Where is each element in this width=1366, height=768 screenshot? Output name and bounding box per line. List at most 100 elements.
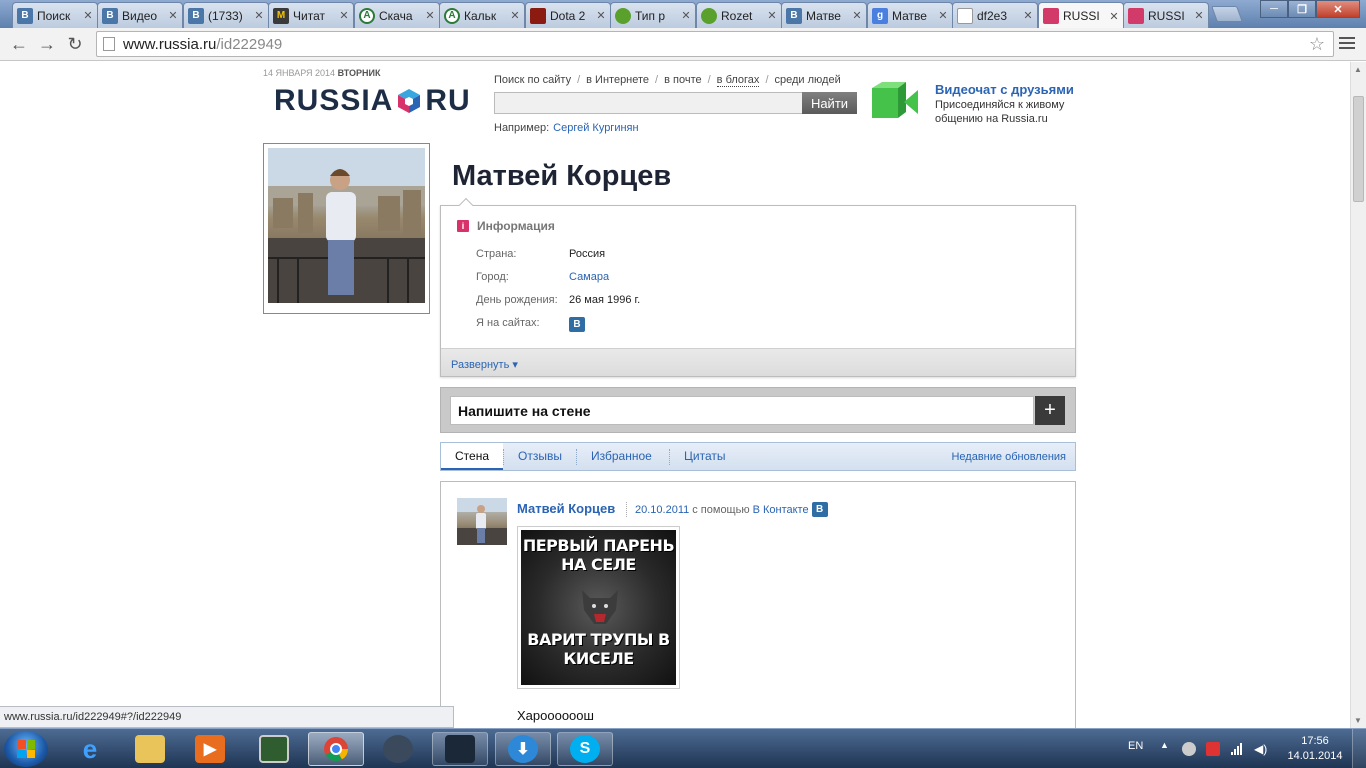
- new-tab-button[interactable]: [1211, 6, 1243, 22]
- tab-quotes[interactable]: Цитаты: [684, 443, 725, 470]
- close-icon[interactable]: ✕: [1194, 9, 1204, 22]
- browser-tab[interactable]: B Поиск ✕: [12, 2, 98, 28]
- close-icon[interactable]: ✕: [339, 9, 349, 22]
- tab-favorites[interactable]: Избранное: [591, 443, 652, 470]
- meme-image: ПЕРВЫЙ ПАРЕНЬ НА СЕЛЕ ВАРИТ ТРУПЫ В КИСЕ…: [521, 530, 676, 685]
- search-scope-internet[interactable]: в Интернете: [586, 74, 649, 87]
- post-date-link[interactable]: 20.10.2011: [635, 504, 689, 516]
- scroll-down-icon[interactable]: ▼: [1354, 716, 1362, 725]
- explorer-button[interactable]: [122, 732, 178, 766]
- tab-reviews[interactable]: Отзывы: [518, 443, 562, 470]
- vertical-scrollbar[interactable]: ▲ ▼: [1350, 62, 1366, 728]
- browser-tab[interactable]: B Матве ✕: [781, 2, 867, 28]
- browser-tab[interactable]: df2e3 ✕: [952, 2, 1038, 28]
- videochat-title[interactable]: Видеочат с друзьями: [935, 82, 1074, 97]
- bookmark-star-icon[interactable]: ☆: [1309, 34, 1325, 55]
- tab-label: Читат: [293, 8, 325, 23]
- recent-updates-link[interactable]: Недавние обновления: [951, 451, 1066, 463]
- media-player-button[interactable]: ▶: [182, 732, 238, 766]
- browser-tab[interactable]: B (1733) ✕: [183, 2, 269, 28]
- language-indicator[interactable]: EN: [1128, 740, 1143, 752]
- browser-tab[interactable]: B Видео ✕: [97, 2, 183, 28]
- close-icon[interactable]: ✕: [1023, 9, 1033, 22]
- system-tray: EN ▲ ◀) 17:56 14.01.2014: [1120, 729, 1366, 768]
- search-input[interactable]: [494, 92, 803, 114]
- close-icon[interactable]: ✕: [425, 9, 435, 22]
- logo-text-right: RU: [425, 84, 471, 117]
- browser-tab[interactable]: A Кальк ✕: [439, 2, 525, 28]
- example-link[interactable]: Сергей Кургинян: [553, 122, 638, 134]
- volume-icon[interactable]: ◀): [1254, 742, 1268, 756]
- internet-explorer-button[interactable]: e: [62, 732, 118, 766]
- city-link[interactable]: Самара: [569, 271, 609, 283]
- add-post-button[interactable]: +: [1035, 396, 1065, 425]
- clock-time: 17:56: [1301, 735, 1329, 747]
- network-icon[interactable]: [1230, 742, 1244, 756]
- steam-button[interactable]: [432, 732, 488, 766]
- close-icon[interactable]: ✕: [767, 9, 777, 22]
- browser-tab[interactable]: Rozet ✕: [696, 2, 782, 28]
- close-icon[interactable]: ✕: [510, 9, 520, 22]
- videochat-icon[interactable]: [868, 80, 922, 124]
- minimize-button[interactable]: ─: [1260, 0, 1288, 18]
- tray-expand-icon[interactable]: ▲: [1160, 740, 1169, 750]
- close-icon[interactable]: ✕: [168, 9, 178, 22]
- alert-tray-icon[interactable]: [1206, 742, 1220, 756]
- close-icon[interactable]: ✕: [1109, 10, 1119, 23]
- post-author-link[interactable]: Матвей Корцев: [517, 501, 615, 516]
- close-icon[interactable]: ✕: [83, 9, 93, 22]
- forward-arrow-icon[interactable]: →: [36, 33, 58, 55]
- browser-menu-icon[interactable]: [1338, 34, 1356, 52]
- close-window-button[interactable]: ✕: [1316, 0, 1360, 18]
- vk-icon: B: [17, 7, 33, 24]
- vk-icon[interactable]: B: [569, 317, 585, 332]
- search-button[interactable]: Найти: [802, 92, 857, 114]
- show-desktop-button[interactable]: [1352, 729, 1366, 768]
- tab-label: RUSSI: [1063, 9, 1100, 23]
- site-logo[interactable]: RUSSIA RU: [274, 84, 471, 118]
- task-manager-button[interactable]: [246, 732, 302, 766]
- info-icon: i: [457, 220, 469, 232]
- steam-tray-icon[interactable]: [1182, 742, 1196, 756]
- search-scope-blogs[interactable]: в блогах: [716, 74, 760, 87]
- browser-tab-active[interactable]: RUSSI ✕: [1038, 2, 1124, 29]
- steam-app-icon: [383, 735, 413, 763]
- steam-app-button[interactable]: [370, 732, 426, 766]
- close-icon[interactable]: ✕: [938, 9, 948, 22]
- maximize-button[interactable]: ❐: [1288, 0, 1316, 18]
- info-row-country: Страна: Россия: [476, 248, 605, 260]
- wall-post-input[interactable]: Напишите на стене: [450, 396, 1034, 425]
- post-source-link[interactable]: В Контакте: [753, 504, 809, 516]
- close-icon[interactable]: ✕: [681, 9, 691, 22]
- tab-wall[interactable]: Стена: [441, 443, 504, 470]
- post-image[interactable]: ПЕРВЫЙ ПАРЕНЬ НА СЕЛЕ ВАРИТ ТРУПЫ В КИСЕ…: [517, 526, 680, 689]
- profile-photo[interactable]: [263, 143, 430, 314]
- browser-tab[interactable]: RUSSI ✕: [1123, 2, 1209, 28]
- close-icon[interactable]: ✕: [596, 9, 606, 22]
- close-icon[interactable]: ✕: [254, 9, 264, 22]
- info-key: Город:: [476, 271, 509, 283]
- search-scope-site[interactable]: Поиск по сайту: [494, 74, 571, 87]
- scrollbar-thumb[interactable]: [1353, 96, 1364, 202]
- start-button[interactable]: [4, 731, 48, 767]
- scroll-up-icon[interactable]: ▲: [1354, 65, 1362, 74]
- close-icon[interactable]: ✕: [852, 9, 862, 22]
- skype-button[interactable]: S: [557, 732, 613, 766]
- post-author-avatar[interactable]: [457, 498, 507, 545]
- dota-icon: [530, 7, 546, 24]
- browser-tab[interactable]: g Матве ✕: [867, 2, 953, 28]
- chrome-button[interactable]: [308, 732, 364, 766]
- steam-icon: [445, 735, 475, 763]
- address-bar[interactable]: www.russia.ru/id222949 ☆: [96, 31, 1334, 57]
- search-scope-people[interactable]: среди людей: [775, 74, 841, 87]
- browser-tab[interactable]: A Скача ✕: [354, 2, 440, 28]
- download-button[interactable]: ⬇: [495, 732, 551, 766]
- reload-icon[interactable]: ↻: [64, 33, 86, 55]
- clock[interactable]: 17:56 14.01.2014: [1284, 734, 1346, 764]
- expand-link[interactable]: Развернуть ▾: [441, 348, 1075, 376]
- browser-tab[interactable]: Тип р ✕: [610, 2, 696, 28]
- back-arrow-icon[interactable]: ←: [8, 33, 30, 55]
- browser-tab[interactable]: M Читат ✕: [268, 2, 354, 28]
- search-scope-mail[interactable]: в почте: [664, 74, 702, 87]
- browser-tab[interactable]: Dota 2 ✕: [525, 2, 611, 28]
